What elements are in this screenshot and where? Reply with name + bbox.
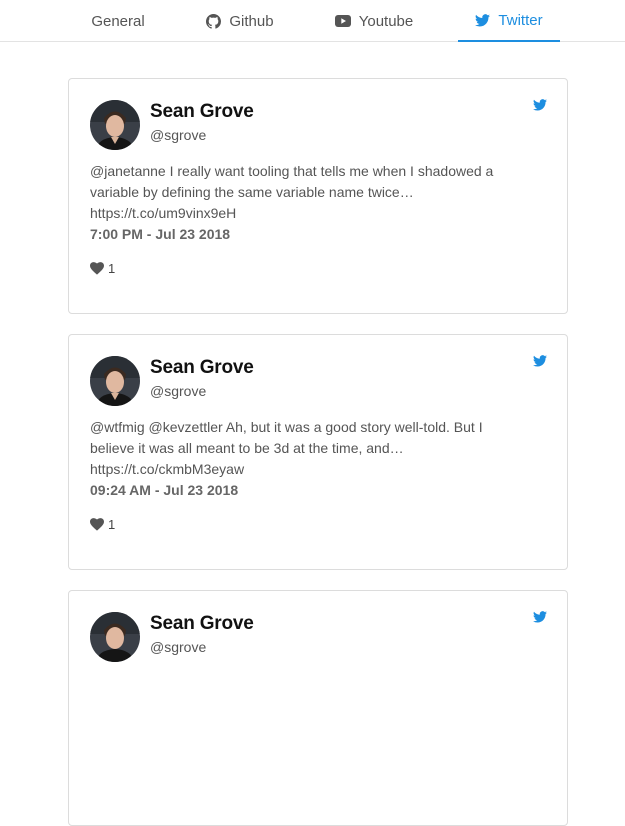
tab-twitter-label: Twitter xyxy=(498,11,543,29)
tab-general-label: General xyxy=(91,12,145,30)
tab-bar: General Github Youtube Twitter xyxy=(0,0,625,42)
youtube-icon xyxy=(334,15,351,27)
author-handle: @sgrove xyxy=(150,383,207,399)
tab-youtube[interactable]: Youtube xyxy=(322,0,426,42)
tweet-timestamp[interactable]: 7:00 PM - Jul 23 2018 xyxy=(90,226,230,242)
tweet-text: @wtfmig @kevzettler Ah, but it was a goo… xyxy=(90,419,483,477)
heart-icon xyxy=(90,518,104,531)
tweet-card: Sean Grove @sgrove @wtfmig @kevzettler A… xyxy=(68,334,568,570)
tab-general[interactable]: General xyxy=(72,0,164,42)
tab-twitter[interactable]: Twitter xyxy=(458,0,560,42)
author-handle: @sgrove xyxy=(150,639,207,655)
twitter-icon[interactable] xyxy=(533,611,547,623)
twitter-icon xyxy=(475,13,491,26)
heart-icon xyxy=(90,262,104,275)
like-count[interactable]: 1 xyxy=(90,261,115,276)
twitter-icon[interactable] xyxy=(533,355,547,367)
like-count-value: 1 xyxy=(108,261,116,276)
tweet-text: @janetanne I really want tooling that te… xyxy=(90,163,494,221)
author-name: Sean Grove xyxy=(150,357,254,378)
tweet-timestamp[interactable]: 09:24 AM - Jul 23 2018 xyxy=(90,482,238,498)
avatar[interactable] xyxy=(90,100,140,150)
tab-github[interactable]: Github xyxy=(190,0,290,42)
author-handle: @sgrove xyxy=(150,127,207,143)
author-name: Sean Grove xyxy=(150,101,254,122)
tab-youtube-label: Youtube xyxy=(358,12,414,30)
author-name: Sean Grove xyxy=(150,613,254,634)
github-icon xyxy=(206,13,222,29)
tweet-card: Sean Grove @sgrove xyxy=(68,590,568,826)
like-count[interactable]: 1 xyxy=(90,517,115,532)
tab-github-label: Github xyxy=(229,12,274,30)
twitter-icon[interactable] xyxy=(533,99,547,111)
avatar[interactable] xyxy=(90,356,140,406)
tweet-card: Sean Grove @sgrove @janetanne I really w… xyxy=(68,78,568,314)
like-count-value: 1 xyxy=(108,517,116,532)
